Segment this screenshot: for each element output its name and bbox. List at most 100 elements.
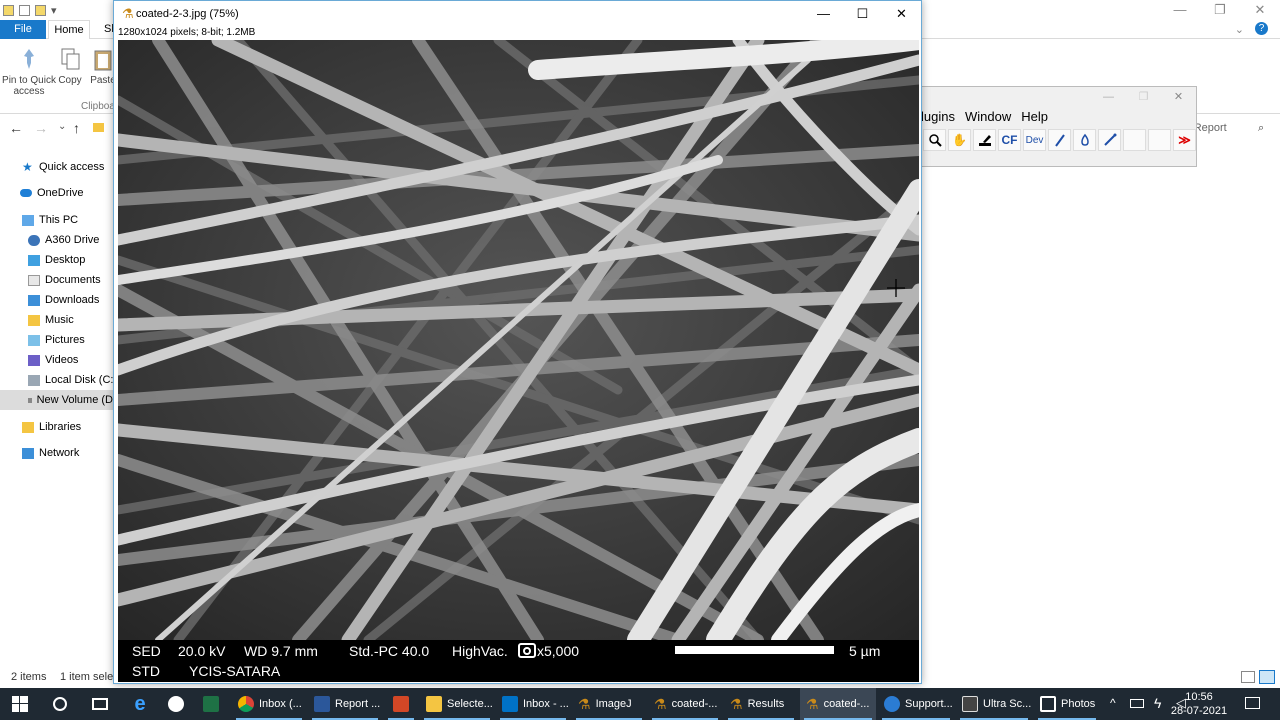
- maximize-button[interactable]: ❐: [1126, 87, 1161, 107]
- minimize-button[interactable]: —: [1160, 0, 1200, 20]
- search-button[interactable]: [40, 688, 80, 720]
- menu-help[interactable]: Help: [1021, 107, 1048, 127]
- menu-plugins[interactable]: lugins: [921, 107, 955, 127]
- customize-toolbar-icon[interactable]: ▾: [51, 4, 57, 17]
- videos-icon: [28, 354, 40, 366]
- taskbar-support[interactable]: Support...: [878, 688, 954, 720]
- dropper-tool-icon[interactable]: [973, 129, 996, 151]
- back-icon[interactable]: ←: [9, 120, 23, 136]
- nav-item-documents[interactable]: Documents: [28, 270, 101, 290]
- nav-item-music[interactable]: Music: [28, 310, 74, 330]
- search-field[interactable]: r Report ⌕: [1187, 118, 1272, 138]
- task-label: Report ...: [335, 698, 381, 710]
- taskbar-coated-1[interactable]: ⚗ coated-...: [648, 688, 722, 720]
- details-view-icon[interactable]: [1241, 671, 1255, 683]
- nav-label: Videos: [45, 354, 79, 366]
- new-folder-icon[interactable]: [35, 4, 46, 16]
- start-button[interactable]: [0, 688, 40, 720]
- nav-label: Libraries: [39, 421, 82, 433]
- more-tools-button[interactable]: ≫: [1173, 129, 1196, 151]
- nav-item-desktop[interactable]: Desktop: [28, 250, 85, 270]
- taskbar-chrome[interactable]: Inbox (...: [232, 688, 306, 720]
- show-hidden-icons-icon[interactable]: ^: [1110, 696, 1116, 710]
- battery-icon[interactable]: [1130, 699, 1144, 708]
- up-icon[interactable]: ↑: [73, 120, 80, 136]
- forward-icon[interactable]: →: [34, 120, 48, 136]
- close-button[interactable]: ✕: [1161, 87, 1196, 107]
- notifications-icon[interactable]: [1245, 697, 1260, 709]
- taskbar-photos[interactable]: Photos: [1034, 688, 1100, 720]
- image-window-titlebar[interactable]: ⚗ coated-2-3.jpg (75%): [114, 1, 921, 27]
- nav-item-this-pc[interactable]: This PC: [22, 210, 78, 230]
- nav-label: Quick access: [39, 161, 105, 173]
- recent-locations-icon[interactable]: ⌄: [58, 121, 66, 132]
- task-label: Inbox - ...: [523, 698, 569, 710]
- taskbar-explorer[interactable]: Selecte...: [420, 688, 494, 720]
- network-status-icon[interactable]: ϟ: [1154, 695, 1161, 711]
- taskbar-powerpoint[interactable]: [384, 688, 418, 720]
- copy-button[interactable]: Copy: [58, 47, 82, 86]
- nav-label: Documents: [45, 274, 101, 286]
- taskbar-outlook[interactable]: Inbox - ...: [496, 688, 570, 720]
- minimize-button[interactable]: —: [804, 1, 843, 27]
- system-clock[interactable]: 10:56 28-07-2021: [1168, 688, 1230, 718]
- dev-tool-button[interactable]: Dev: [1023, 129, 1046, 151]
- sem-image-canvas[interactable]: [118, 40, 919, 640]
- taskbar-excel[interactable]: [192, 688, 230, 720]
- vacuum-label: HighVac.: [452, 643, 508, 659]
- taskbar-imagej[interactable]: ⚗ ImageJ: [572, 688, 646, 720]
- mode-label: STD: [132, 663, 160, 679]
- maximize-button[interactable]: ❐: [1200, 0, 1240, 20]
- star-icon: ★: [22, 159, 33, 174]
- imagej-window-controls: — ❐ ✕: [1091, 87, 1196, 107]
- taskbar-coated-2[interactable]: ⚗ coated-...: [800, 688, 876, 720]
- detector-label: SED: [132, 643, 161, 659]
- folder-icon: [3, 4, 14, 16]
- nav-item-libraries[interactable]: Libraries: [22, 417, 81, 437]
- flood-fill-tool-icon[interactable]: [1073, 129, 1096, 151]
- tab-file[interactable]: File: [0, 20, 46, 39]
- magnifier-tool-icon[interactable]: [923, 129, 946, 151]
- clock-date: 28-07-2021: [1170, 705, 1228, 717]
- tab-home[interactable]: Home: [48, 20, 90, 40]
- properties-icon[interactable]: [19, 4, 30, 16]
- empty-tool-slot[interactable]: [1123, 129, 1146, 151]
- item-count: 2 items: [11, 671, 47, 683]
- cf-tool-button[interactable]: CF: [998, 129, 1021, 151]
- nav-item-new-volume[interactable]: New Volume (D: [0, 390, 113, 410]
- taskbar-app[interactable]: [160, 688, 192, 720]
- close-button[interactable]: ✕: [882, 1, 921, 27]
- imagej-icon: ⚗: [578, 695, 591, 712]
- hand-tool-icon[interactable]: ✋: [948, 129, 971, 151]
- taskbar-results[interactable]: ⚗ Results: [724, 688, 798, 720]
- large-icons-view-icon[interactable]: [1259, 670, 1275, 684]
- quick-access-toolbar: ▾: [0, 0, 120, 20]
- nav-item-network[interactable]: Network: [22, 443, 79, 463]
- libraries-icon: [22, 421, 34, 433]
- nav-item-onedrive[interactable]: OneDrive: [20, 183, 83, 203]
- nav-item-a360-drive[interactable]: A360 Drive: [28, 230, 99, 250]
- minimize-button[interactable]: —: [1091, 87, 1126, 107]
- clock-time: 10:56: [1185, 691, 1213, 703]
- image-info-line: 1280x1024 pixels; 8-bit; 1.2MB: [118, 27, 256, 38]
- taskbar-ultra-scan[interactable]: Ultra Sc...: [956, 688, 1032, 720]
- nav-item-quick-access[interactable]: ★ Quick access: [22, 157, 104, 177]
- task-view-button[interactable]: [80, 688, 120, 720]
- close-button[interactable]: ✕: [1240, 0, 1280, 20]
- maximize-button[interactable]: ☐: [843, 1, 882, 27]
- brush-tool-icon[interactable]: [1048, 129, 1071, 151]
- empty-tool-slot[interactable]: [1148, 129, 1171, 151]
- nav-label: Downloads: [45, 294, 100, 306]
- taskbar-word[interactable]: Report ...: [308, 688, 382, 720]
- nav-item-local-disk[interactable]: Local Disk (C:): [28, 370, 117, 390]
- collapse-ribbon-icon[interactable]: ⌄: [1235, 23, 1244, 36]
- nav-label: Network: [39, 447, 80, 459]
- help-icon[interactable]: ?: [1255, 22, 1268, 35]
- pin-to-quick-access-button[interactable]: Pin to Quick access: [2, 47, 56, 97]
- nav-item-pictures[interactable]: Pictures: [28, 330, 85, 350]
- pencil-tool-icon[interactable]: [1098, 129, 1121, 151]
- nav-item-videos[interactable]: Videos: [28, 350, 78, 370]
- taskbar-edge[interactable]: e: [120, 688, 160, 720]
- menu-window[interactable]: Window: [965, 107, 1011, 127]
- nav-item-downloads[interactable]: Downloads: [28, 290, 99, 310]
